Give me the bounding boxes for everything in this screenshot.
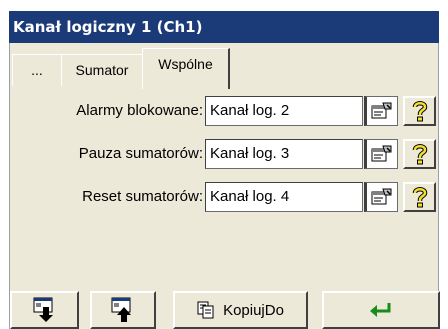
dialog-frame: Kanał logiczny 1 (Ch1) ... Sumator Wspól… — [0, 0, 448, 329]
help-button[interactable] — [403, 139, 436, 169]
load-up-button[interactable] — [90, 291, 156, 329]
enter-arrow-icon — [370, 303, 391, 317]
field-row-reset: Reset sumatorów: Kanał log. 4 — [10, 182, 440, 212]
copy-to-label: KopiujDo — [223, 301, 284, 319]
enter-button[interactable] — [322, 291, 440, 329]
field-value-input[interactable]: Kanał log. 4 — [205, 182, 363, 212]
bottom-toolbar: KopiujDo — [10, 291, 440, 329]
tab-more[interactable]: ... — [12, 54, 62, 86]
help-button[interactable] — [403, 96, 436, 126]
field-row-alarmy: Alarmy blokowane: Kanał log. 2 — [10, 96, 440, 126]
edit-properties-button[interactable] — [364, 96, 398, 126]
copy-icon — [197, 301, 214, 319]
field-value-input[interactable]: Kanał log. 2 — [205, 96, 363, 126]
tab-strip: ... Sumator Wspólne — [10, 43, 440, 89]
field-row-pauza: Pauza sumatorów: Kanał log. 3 — [10, 139, 440, 169]
edit-properties-button[interactable] — [364, 182, 398, 212]
window-title: Kanał logiczny 1 (Ch1) — [9, 11, 439, 43]
properties-icon — [371, 145, 392, 162]
window-body: ... Sumator Wspólne Alarmy blokowane: Ka… — [9, 43, 440, 329]
tab-sumator[interactable]: Sumator — [61, 54, 143, 86]
edit-properties-button[interactable] — [364, 139, 398, 169]
field-value-input[interactable]: Kanał log. 3 — [205, 139, 363, 169]
question-mark-icon — [412, 187, 427, 208]
properties-icon — [371, 188, 392, 205]
field-label: Alarmy blokowane: — [76, 102, 203, 119]
tab-wspolne[interactable]: Wspólne — [142, 48, 230, 89]
properties-icon — [371, 102, 392, 119]
question-mark-icon — [412, 101, 427, 122]
load-up-icon — [111, 297, 131, 322]
field-label: Reset sumatorów: — [82, 188, 203, 205]
copy-to-button[interactable]: KopiujDo — [173, 291, 308, 329]
question-mark-icon — [412, 144, 427, 165]
help-button[interactable] — [403, 182, 436, 212]
save-down-button[interactable] — [10, 291, 79, 329]
field-label: Pauza sumatorów: — [78, 145, 203, 162]
save-down-icon — [33, 297, 53, 322]
